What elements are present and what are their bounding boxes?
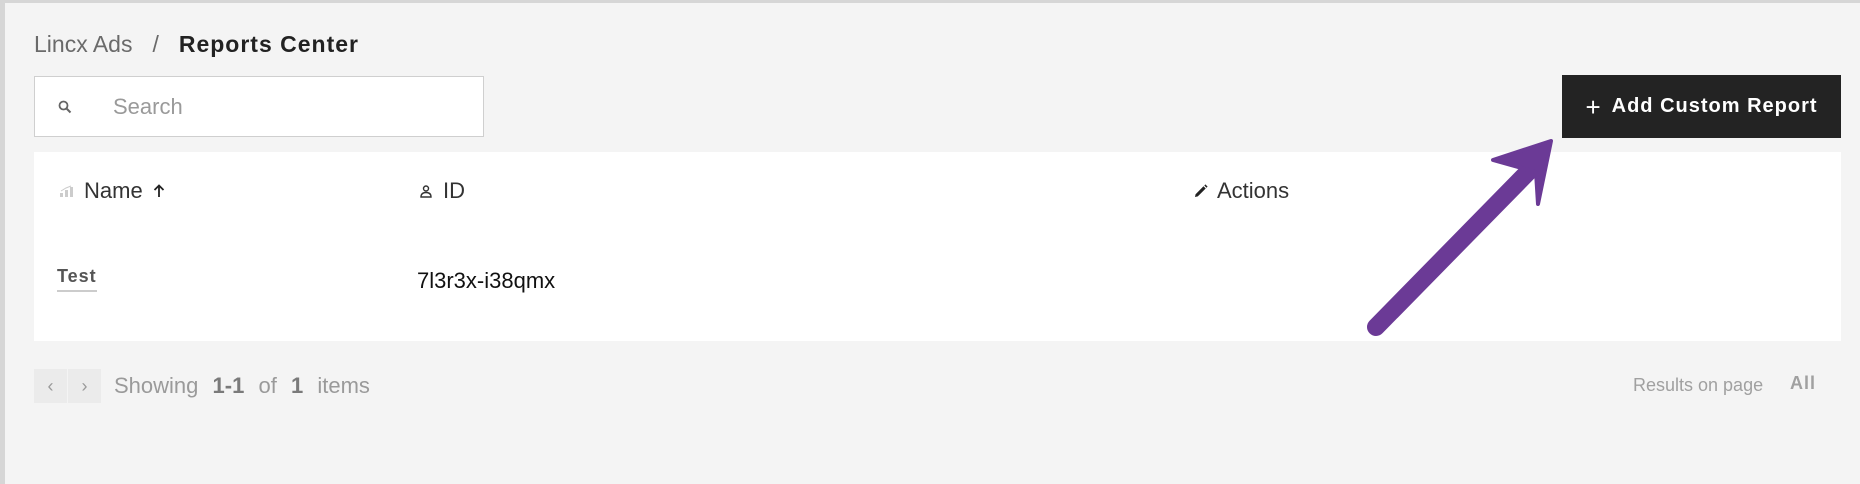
column-header-id: ID xyxy=(417,178,465,204)
breadcrumb-separator: / xyxy=(152,31,159,57)
report-id-cell: 7l3r3x-i38qmx xyxy=(417,268,556,293)
breadcrumb-root-link[interactable]: Lincx Ads xyxy=(34,31,132,58)
app-frame: Lincx Ads / Reports Center + Add Custom … xyxy=(0,0,1860,484)
column-header-name-label: Name xyxy=(84,178,143,203)
chevron-left-icon: ‹ xyxy=(47,375,54,396)
items-word: items xyxy=(317,373,370,398)
column-header-actions-label: Actions xyxy=(1217,178,1290,203)
add-custom-report-button[interactable]: + Add Custom Report xyxy=(1562,75,1841,138)
plus-icon: + xyxy=(1585,91,1602,122)
person-icon xyxy=(417,182,435,200)
chevron-right-icon: › xyxy=(81,375,88,396)
results-on-page-select[interactable]: All xyxy=(1790,373,1816,394)
add-custom-report-label: Add Custom Report xyxy=(1611,95,1818,117)
search-input[interactable] xyxy=(113,86,453,127)
showing-word: Showing xyxy=(114,373,199,398)
chart-icon xyxy=(58,182,76,200)
reports-table: Name ID Actions Test 7l3r3x-i38qmx xyxy=(34,152,1841,341)
search-box xyxy=(34,76,484,137)
results-on-page-label: Results on page xyxy=(1633,375,1764,395)
search-icon xyxy=(55,97,75,117)
page-title: Reports Center xyxy=(178,31,359,57)
pencil-icon xyxy=(1191,182,1209,200)
of-word: of xyxy=(258,373,277,398)
next-page-button[interactable]: › xyxy=(68,369,101,403)
total-count: 1 xyxy=(290,373,304,398)
report-name-link[interactable]: Test xyxy=(57,266,97,292)
breadcrumb: Lincx Ads / Reports Center xyxy=(34,31,359,58)
column-header-name[interactable]: Name xyxy=(58,178,165,204)
pagination-summary: Showing 1-1 of 1 items xyxy=(114,373,370,399)
sort-ascending-icon[interactable] xyxy=(153,184,165,198)
column-header-id-label: ID xyxy=(443,178,465,203)
range-start: 1 xyxy=(212,373,225,398)
range-separator: - xyxy=(224,373,233,398)
range-end: 1 xyxy=(232,373,245,398)
previous-page-button[interactable]: ‹ xyxy=(34,369,67,403)
column-header-actions: Actions xyxy=(1191,178,1289,204)
